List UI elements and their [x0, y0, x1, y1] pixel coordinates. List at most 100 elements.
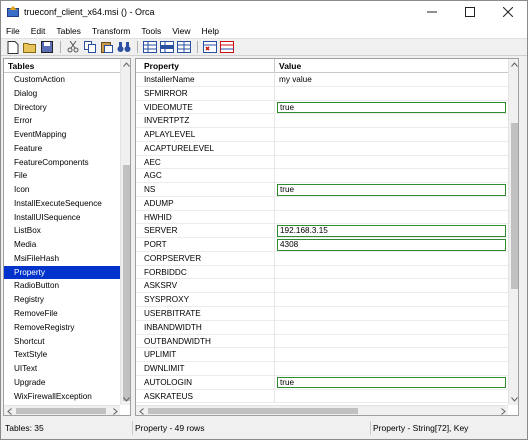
value-cell[interactable]: [275, 211, 508, 225]
menu-tools[interactable]: Tools: [140, 26, 162, 36]
property-cell[interactable]: NS: [136, 183, 275, 197]
menu-file[interactable]: File: [5, 26, 21, 36]
menu-transform[interactable]: Transform: [91, 26, 131, 36]
table-row[interactable]: NS true: [136, 183, 508, 197]
table-item-feature[interactable]: Feature: [4, 142, 120, 156]
table-row[interactable]: APLAYLEVEL: [136, 128, 508, 142]
value-cell[interactable]: true: [275, 101, 508, 115]
property-cell[interactable]: USERBITRATE: [136, 307, 275, 321]
table-row[interactable]: AGC: [136, 169, 508, 184]
property-cell[interactable]: AEC: [136, 155, 275, 170]
table-item-error[interactable]: Error: [4, 114, 120, 128]
table-row[interactable]: CORPSERVER: [136, 251, 508, 266]
table-item-shortcut[interactable]: Shortcut: [4, 335, 120, 349]
table-row[interactable]: UPLIMIT: [136, 348, 508, 363]
table-row[interactable]: PORT 4308: [136, 238, 508, 252]
add-row-button[interactable]: [142, 40, 158, 54]
value-cell[interactable]: [275, 348, 508, 363]
scroll-thumb[interactable]: [148, 408, 358, 414]
scroll-up-arrow[interactable]: [121, 59, 130, 70]
scroll-thumb[interactable]: [123, 165, 130, 401]
table-item-msifilehash[interactable]: MsiFileHash: [4, 252, 120, 266]
scroll-up-arrow[interactable]: [509, 59, 518, 70]
property-cell[interactable]: VIDEOMUTE: [136, 100, 275, 115]
transform-button[interactable]: [219, 40, 235, 54]
minimize-button[interactable]: [413, 1, 451, 23]
table-item-file[interactable]: File: [4, 169, 120, 183]
table-item-removeregistry[interactable]: RemoveRegistry: [4, 321, 120, 335]
table-item-textstyle[interactable]: TextStyle: [4, 348, 120, 362]
value-cell[interactable]: [275, 87, 508, 101]
value-cell[interactable]: [275, 128, 508, 142]
value-cell[interactable]: [275, 335, 508, 349]
value-cell[interactable]: [275, 362, 508, 376]
table-row[interactable]: ACAPTURELEVEL: [136, 141, 508, 156]
property-cell[interactable]: SFMIRROR: [136, 86, 275, 101]
table-row[interactable]: INBANDWIDTH: [136, 320, 508, 335]
table-item-listbox[interactable]: ListBox: [4, 224, 120, 238]
new-button[interactable]: [5, 40, 21, 54]
table-item-upgrade[interactable]: Upgrade: [4, 376, 120, 390]
table-item-registry[interactable]: Registry: [4, 293, 120, 307]
value-cell[interactable]: [275, 252, 508, 266]
table-item-installuisequence[interactable]: InstallUISequence: [4, 211, 120, 225]
table-item-icon[interactable]: Icon: [4, 183, 120, 197]
table-item-customaction[interactable]: CustomAction: [4, 73, 120, 87]
table-row[interactable]: InstallerName my value: [136, 73, 508, 87]
close-button[interactable]: [489, 1, 527, 23]
table-row[interactable]: OUTBANDWIDTH: [136, 334, 508, 349]
table-row[interactable]: AEC: [136, 155, 508, 170]
paste-button[interactable]: [99, 40, 115, 54]
property-cell[interactable]: InstallerName: [136, 73, 275, 87]
scroll-down-arrow[interactable]: [121, 394, 130, 405]
table-item-featurecomponents[interactable]: FeatureComponents: [4, 156, 120, 170]
table-item-installexecutesequence[interactable]: InstallExecuteSequence: [4, 197, 120, 211]
menu-edit[interactable]: Edit: [30, 26, 47, 36]
table-item-eventmapping[interactable]: EventMapping: [4, 128, 120, 142]
value-cell[interactable]: 4308: [275, 238, 508, 252]
table-row[interactable]: SYSPROXY: [136, 293, 508, 308]
property-cell[interactable]: INVERTPTZ: [136, 114, 275, 129]
table-row[interactable]: ASKSRV: [136, 279, 508, 294]
table-row[interactable]: FORBIDDC: [136, 265, 508, 280]
property-cell[interactable]: ASKSRV: [136, 279, 275, 294]
table-item-dialog[interactable]: Dialog: [4, 87, 120, 101]
scroll-right-arrow[interactable]: [110, 406, 120, 415]
value-cell[interactable]: [275, 114, 508, 129]
value-cell[interactable]: [275, 307, 508, 321]
value-cell[interactable]: my value: [275, 73, 508, 87]
cut-button[interactable]: [65, 40, 81, 54]
table-row[interactable]: USERBITRATE: [136, 307, 508, 321]
property-cell[interactable]: AUTOLOGIN: [136, 375, 275, 390]
menu-help[interactable]: Help: [200, 26, 219, 36]
property-cell[interactable]: OUTBANDWIDTH: [136, 334, 275, 349]
value-cell[interactable]: [275, 156, 508, 170]
value-cell[interactable]: true: [275, 183, 508, 197]
table-item-property[interactable]: Property: [4, 265, 120, 280]
tables-vertical-scrollbar[interactable]: [120, 59, 130, 405]
scroll-left-arrow[interactable]: [136, 406, 146, 415]
table-row[interactable]: INVERTPTZ: [136, 114, 508, 129]
property-cell[interactable]: ACAPTURELEVEL: [136, 141, 275, 156]
menu-tables[interactable]: Tables: [55, 26, 82, 36]
property-cell[interactable]: DWNLIMIT: [136, 362, 275, 376]
property-cell[interactable]: APLAYLEVEL: [136, 128, 275, 142]
value-cell[interactable]: [275, 266, 508, 280]
table-item-directory[interactable]: Directory: [4, 101, 120, 115]
menu-view[interactable]: View: [171, 26, 191, 36]
column-header-value[interactable]: Value: [275, 59, 508, 72]
value-cell[interactable]: [275, 197, 508, 211]
property-cell[interactable]: ADUMP: [136, 196, 275, 211]
open-button[interactable]: [22, 40, 38, 54]
grid-horizontal-scrollbar[interactable]: [136, 405, 508, 415]
drop-row-button[interactable]: [159, 40, 175, 54]
property-cell[interactable]: FORBIDDC: [136, 265, 275, 280]
table-row[interactable]: ASKRATEUS: [136, 389, 508, 404]
value-cell[interactable]: [275, 321, 508, 335]
table-row[interactable]: SFMIRROR: [136, 86, 508, 101]
property-cell[interactable]: SERVER: [136, 224, 275, 239]
value-cell[interactable]: [275, 390, 508, 404]
table-item-media[interactable]: Media: [4, 238, 120, 252]
value-cell[interactable]: [275, 293, 508, 308]
table-item-uitext[interactable]: UIText: [4, 362, 120, 376]
